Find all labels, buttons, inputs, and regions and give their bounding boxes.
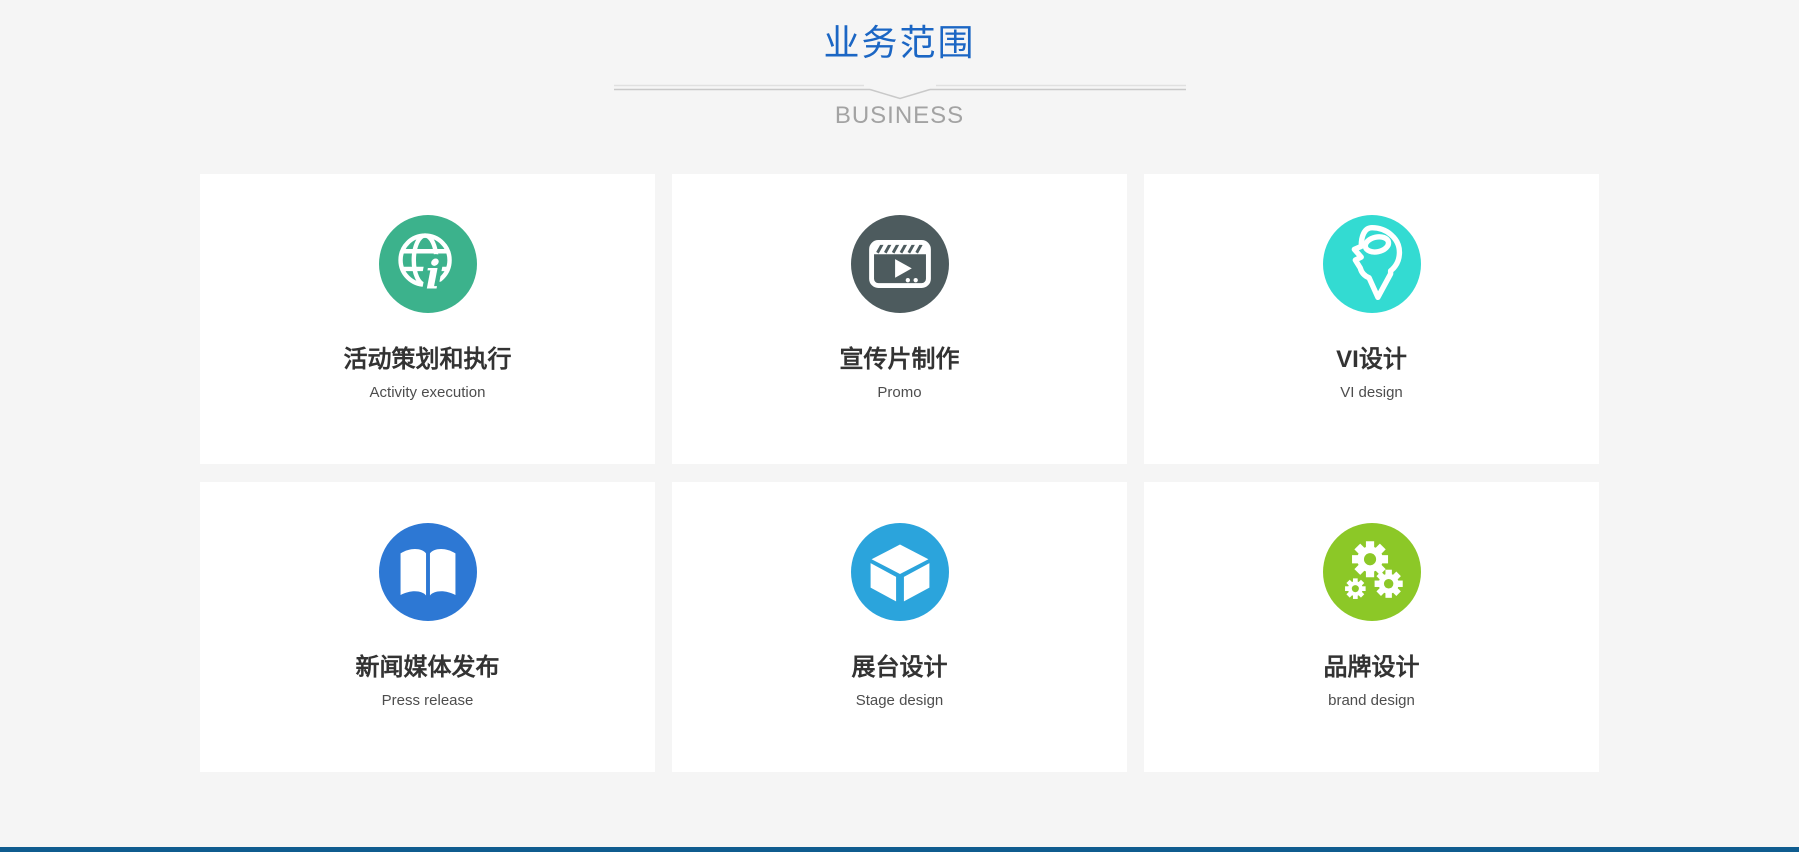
card-title: 活动策划和执行 [200,345,655,375]
card-activity-execution[interactable]: i i 活动策划和执行 Activity execution [200,174,655,464]
divider-chevron [614,82,1186,100]
card-press-release[interactable]: 新闻媒体发布 Press release [200,482,655,772]
gears-icon [1323,523,1421,621]
card-vi-design[interactable]: VI设计 VI design [1144,174,1599,464]
bottom-divider-bar [0,847,1799,852]
business-section: 业务范围 BUSINESS i i [0,0,1799,852]
cube-icon [851,523,949,621]
globe-info-icon: i i [379,215,477,313]
card-subtitle: Promo [672,383,1127,403]
card-subtitle: VI design [1144,383,1599,403]
head-profile-icon [1323,215,1421,313]
svg-text:i: i [425,253,440,299]
video-promo-icon [851,215,949,313]
card-subtitle: Press release [200,691,655,711]
section-title: 业务范围 [0,22,1799,64]
card-stage-design[interactable]: 展台设计 Stage design [672,482,1127,772]
card-title: 展台设计 [672,653,1127,683]
open-book-icon [379,523,477,621]
card-subtitle: brand design [1144,691,1599,711]
card-title: 宣传片制作 [672,345,1127,375]
section-header: 业务范围 BUSINESS [0,0,1799,128]
card-title: 品牌设计 [1144,653,1599,683]
card-subtitle: Activity execution [200,383,655,403]
card-title: 新闻媒体发布 [200,653,655,683]
card-subtitle: Stage design [672,691,1127,711]
section-subtitle: BUSINESS [0,104,1799,128]
cards-grid: i i 活动策划和执行 Activity execution [200,174,1599,772]
card-promo[interactable]: 宣传片制作 Promo [672,174,1127,464]
card-brand-design[interactable]: 品牌设计 brand design [1144,482,1599,772]
card-title: VI设计 [1144,345,1599,375]
